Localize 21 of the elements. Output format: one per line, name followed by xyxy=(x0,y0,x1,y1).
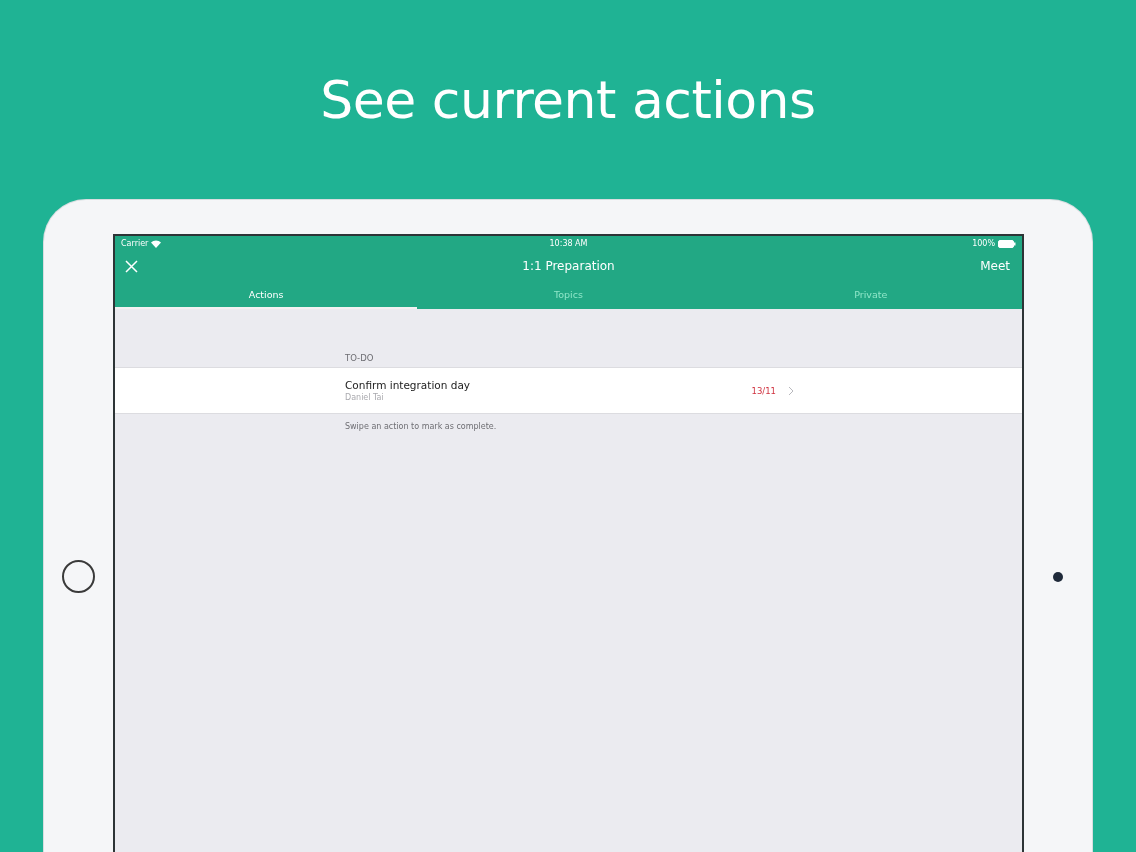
battery-icon xyxy=(998,239,1016,248)
action-row[interactable]: Confirm integration day Daniel Tai 13/11 xyxy=(115,367,1022,414)
section-header: TO-DO xyxy=(344,353,375,365)
chevron-icon xyxy=(788,385,794,396)
section-footer: Swipe an action to mark as complete. xyxy=(115,414,1022,431)
action-title: Confirm integration day xyxy=(345,379,472,391)
battery-percent: 100% xyxy=(972,239,995,248)
due-date: 13/11 xyxy=(751,385,776,396)
tab[interactable]: Private xyxy=(719,281,1022,309)
action-owner: Daniel Tai xyxy=(345,393,385,402)
home-button[interactable] xyxy=(62,560,95,593)
tab[interactable]: Topics xyxy=(417,281,720,309)
headline: See current actions xyxy=(320,69,816,132)
tab[interactable]: Actions xyxy=(115,281,418,309)
status-time: 10:38 AM xyxy=(549,239,588,248)
wifi-icon xyxy=(151,239,162,248)
camera-icon xyxy=(1053,572,1063,582)
meet-button[interactable]: Meet xyxy=(978,257,1012,275)
close-icon[interactable] xyxy=(125,259,138,273)
screen-title: 1:1 Preparation xyxy=(522,259,615,273)
carrier-label: Carrier xyxy=(121,239,149,248)
